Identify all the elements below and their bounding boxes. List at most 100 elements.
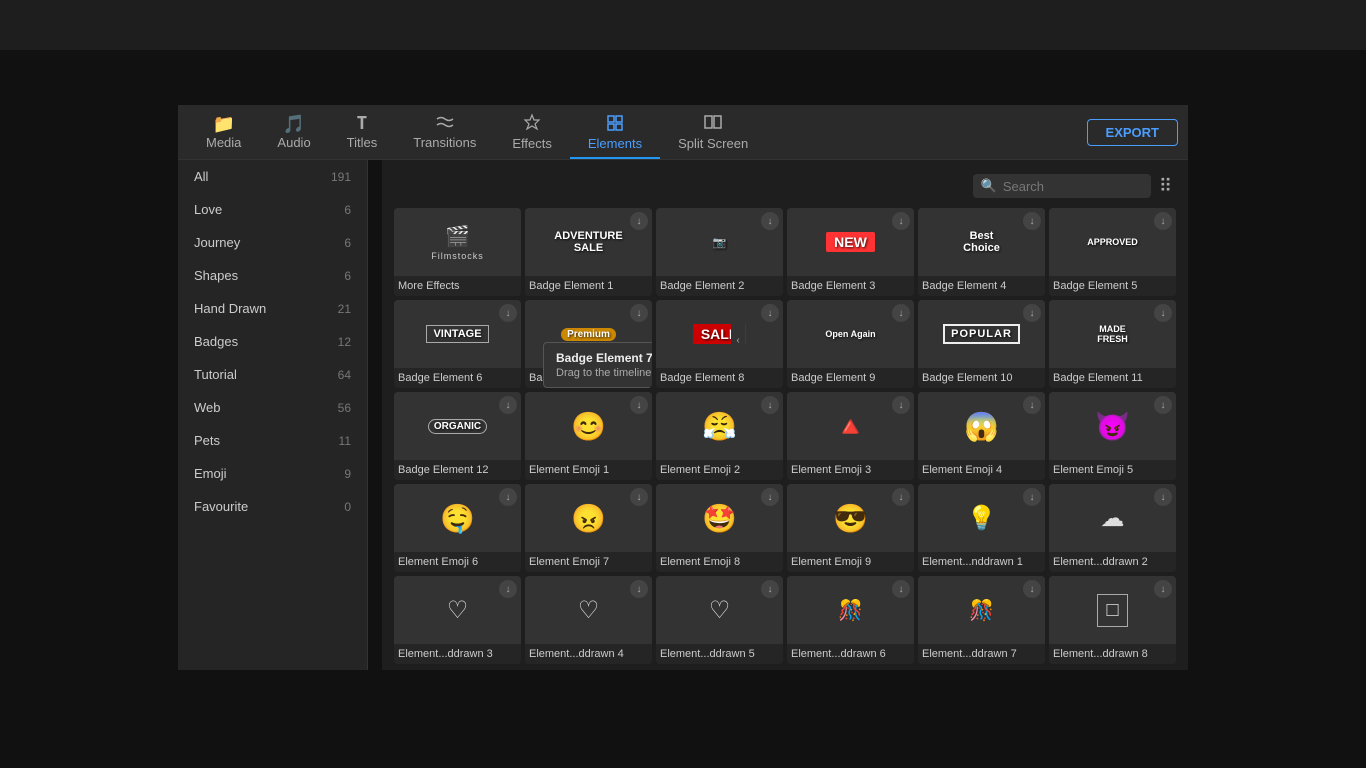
content-area: All 191 Love 6 Journey 6 Shapes 6 Hand D…	[178, 160, 1188, 670]
item-thumbnail: ↓ BestChoice	[918, 208, 1045, 276]
tab-audio[interactable]: 🎵 Audio	[259, 105, 328, 159]
tab-effects-label: Effects	[512, 136, 552, 151]
download-icon: ↓	[892, 580, 910, 598]
download-icon: ↓	[630, 488, 648, 506]
sidebar-item-emoji[interactable]: Emoji 9	[178, 457, 367, 490]
item-label: Badge Element 9	[787, 368, 914, 388]
item-label: Element...ddrawn 7	[918, 644, 1045, 664]
sidebar-item-favourite[interactable]: Favourite 0	[178, 490, 367, 523]
item-label: Badge Element 4	[918, 276, 1045, 296]
item-label: Element Emoji 9	[787, 552, 914, 572]
list-item[interactable]: ↓ Premium Badge Element 7 Badge Element …	[525, 300, 652, 388]
download-icon: ↓	[1023, 580, 1041, 598]
list-item[interactable]: ↓ 🎊 Element...ddrawn 7	[918, 576, 1045, 664]
download-icon: ↓	[499, 580, 517, 598]
effects-icon	[522, 113, 542, 134]
list-item[interactable]: ↓ ADVENTURESALE Badge Element 1	[525, 208, 652, 296]
tab-titles[interactable]: T Titles	[329, 105, 396, 159]
item-label: Element Emoji 5	[1049, 460, 1176, 480]
sidebar-count-hand-drawn: 21	[338, 302, 351, 316]
item-label: Element Emoji 4	[918, 460, 1045, 480]
thumb-text: Open Again	[823, 327, 877, 341]
list-item[interactable]: ↓ 😊 Element Emoji 1	[525, 392, 652, 480]
download-icon: ↓	[630, 580, 648, 598]
sidebar-item-hand-drawn[interactable]: Hand Drawn 21	[178, 292, 367, 325]
list-item[interactable]: ↓ APPROVED Badge Element 5	[1049, 208, 1176, 296]
item-thumbnail: ↓ 📷	[656, 208, 783, 276]
thumb-text: VINTAGE	[426, 325, 488, 343]
elements-icon	[605, 113, 625, 134]
list-item[interactable]: ↓ 🎊 Element...ddrawn 6	[787, 576, 914, 664]
item-label: Element...ddrawn 2	[1049, 552, 1176, 572]
item-thumbnail: ↓ MADEFRESH	[1049, 300, 1176, 368]
download-icon: ↓	[1154, 212, 1172, 230]
download-icon: ↓	[1154, 488, 1172, 506]
sidebar-item-tutorial[interactable]: Tutorial 64	[178, 358, 367, 391]
sidebar-collapse-button[interactable]: ‹	[731, 320, 745, 360]
list-item[interactable]: ↓ 🤤 Element Emoji 6	[394, 484, 521, 572]
list-item[interactable]: ↓ 💡 Element...nddrawn 1	[918, 484, 1045, 572]
sidebar-item-love[interactable]: Love 6	[178, 193, 367, 226]
list-item[interactable]: ↓ BestChoice Badge Element 4	[918, 208, 1045, 296]
top-bar	[0, 0, 1366, 50]
list-item[interactable]: ↓ ♡ Element...ddrawn 5	[656, 576, 783, 664]
download-icon: ↓	[499, 488, 517, 506]
download-icon: ↓	[892, 304, 910, 322]
sidebar-item-all[interactable]: All 191	[178, 160, 367, 193]
list-item[interactable]: ↓ NEW Badge Element 3	[787, 208, 914, 296]
tab-media[interactable]: 📁 Media	[188, 105, 259, 159]
item-label: Element...ddrawn 4	[525, 644, 652, 664]
item-thumbnail: ↓ ♡	[656, 576, 783, 644]
tab-splitscreen[interactable]: Split Screen	[660, 105, 766, 159]
item-label: Element Emoji 7	[525, 552, 652, 572]
list-item[interactable]: ↓ ♡ Element...ddrawn 4	[525, 576, 652, 664]
tab-transitions[interactable]: Transitions	[395, 105, 494, 159]
grid-layout-icon[interactable]: ⠿	[1159, 176, 1172, 197]
item-label: Element Emoji 2	[656, 460, 783, 480]
sidebar-count-journey: 6	[344, 236, 351, 250]
list-item[interactable]: ↓ ORGANIC Badge Element 12	[394, 392, 521, 480]
list-item[interactable]: ↓ VINTAGE Badge Element 6	[394, 300, 521, 388]
item-label: Badge Element 5	[1049, 276, 1176, 296]
list-item[interactable]: ↓ ♡ Element...ddrawn 3	[394, 576, 521, 664]
item-thumbnail: 🎬 Filmstocks	[394, 208, 521, 276]
sidebar-count-pets: 11	[339, 434, 351, 448]
sidebar-count-love: 6	[344, 203, 351, 217]
download-icon: ↓	[892, 396, 910, 414]
sidebar-item-badges[interactable]: Badges 12	[178, 325, 367, 358]
download-icon: ↓	[1154, 304, 1172, 322]
sidebar-item-journey[interactable]: Journey 6	[178, 226, 367, 259]
list-item[interactable]: ↓ Open Again Badge Element 9	[787, 300, 914, 388]
sidebar-item-web[interactable]: Web 56	[178, 391, 367, 424]
item-label: Element...ddrawn 6	[787, 644, 914, 664]
download-icon: ↓	[499, 396, 517, 414]
list-item[interactable]: ↓ 🤩 Element Emoji 8	[656, 484, 783, 572]
list-item[interactable]: ↓ 😱 Element Emoji 4	[918, 392, 1045, 480]
list-item[interactable]: ↓ ☁ Element...ddrawn 2	[1049, 484, 1176, 572]
list-item[interactable]: ↓ 📷 Badge Element 2	[656, 208, 783, 296]
list-item[interactable]: ↓ 😤 Element Emoji 2	[656, 392, 783, 480]
list-item[interactable]: ↓ 🔺 Element Emoji 3	[787, 392, 914, 480]
list-item[interactable]: ↓ MADEFRESH Badge Element 11	[1049, 300, 1176, 388]
item-label: Badge Element 7	[525, 368, 652, 388]
export-button[interactable]: EXPORT	[1087, 119, 1178, 146]
sidebar-item-shapes[interactable]: Shapes 6	[178, 259, 367, 292]
item-label: Badge Element 12	[394, 460, 521, 480]
list-item[interactable]: ↓ SALE Badge Element 8	[656, 300, 783, 388]
list-item[interactable]: 🎬 Filmstocks More Effects	[394, 208, 521, 296]
tab-effects[interactable]: Effects	[494, 105, 570, 159]
thumb-text: 📷	[711, 234, 729, 251]
thumb-text: MADEFRESH	[1095, 322, 1130, 346]
search-input[interactable]	[1003, 179, 1143, 194]
item-thumbnail: ↓ 🎊	[918, 576, 1045, 644]
list-item[interactable]: ↓ POPULAR Badge Element 10	[918, 300, 1045, 388]
list-item[interactable]: ↓ 😈 Element Emoji 5	[1049, 392, 1176, 480]
item-thumbnail: ↓ Premium	[525, 300, 652, 368]
elements-grid: 🎬 Filmstocks More Effects ↓ ADVENTURESAL…	[390, 204, 1180, 668]
list-item[interactable]: ↓ 😎 Element Emoji 9	[787, 484, 914, 572]
list-item[interactable]: ↓ 😠 Element Emoji 7	[525, 484, 652, 572]
sidebar-item-pets[interactable]: Pets 11	[178, 424, 367, 457]
tab-elements[interactable]: Elements	[570, 105, 660, 159]
list-item[interactable]: ↓ □ Element...ddrawn 8	[1049, 576, 1176, 664]
item-label: Badge Element 8	[656, 368, 783, 388]
